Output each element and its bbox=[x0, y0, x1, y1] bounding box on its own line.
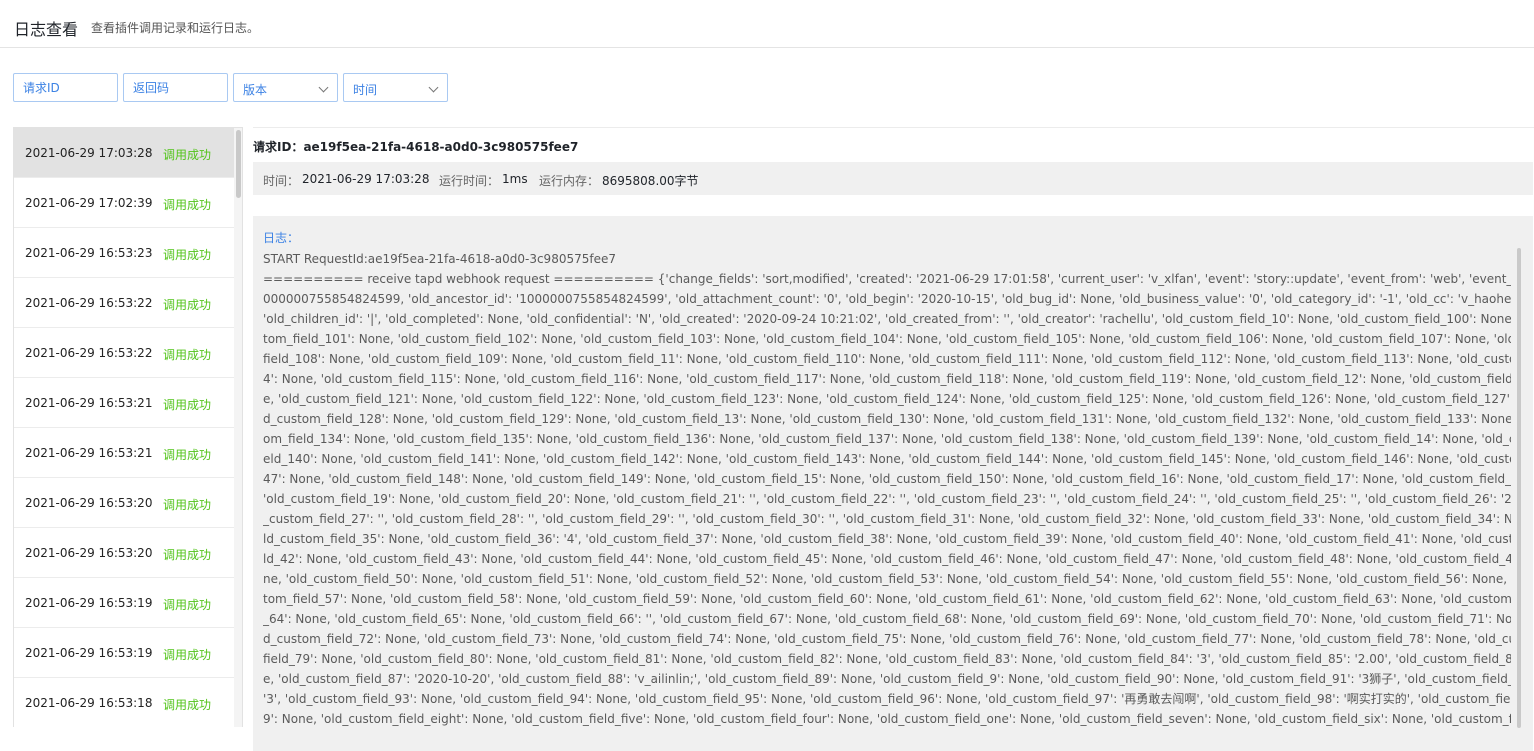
log-line: eld_140': None, 'old_custom_field_141': … bbox=[263, 452, 1511, 466]
log-line: ne, 'old_custom_field_50': None, 'old_cu… bbox=[263, 572, 1511, 586]
record-status: 调用成功 bbox=[163, 348, 212, 362]
log-line: 'old_children_id': '|', 'old_completed':… bbox=[263, 312, 1511, 326]
page-subtitle: 查看插件调用记录和运行日志。 bbox=[91, 21, 260, 35]
record-status: 调用成功 bbox=[163, 298, 212, 312]
record-status: 调用成功 bbox=[163, 648, 212, 662]
record-list-item[interactable]: 2021-06-29 16:53:22 调用成功 bbox=[14, 278, 234, 328]
log-line: ld_custom_field_35': None, 'old_custom_f… bbox=[263, 532, 1511, 546]
log-scrollbar-thumb[interactable] bbox=[1517, 248, 1521, 728]
list-scrollbar-track[interactable] bbox=[234, 128, 242, 727]
record-status: 调用成功 bbox=[163, 198, 212, 212]
log-line: 9': None, 'old_custom_field_eight': None… bbox=[263, 712, 1511, 726]
log-line: '3', 'old_custom_field_93': None, 'old_c… bbox=[263, 692, 1511, 706]
log-line: _custom_field_27': '', 'old_custom_field… bbox=[263, 512, 1511, 526]
record-time: 2021-06-29 16:53:22 bbox=[25, 296, 153, 310]
record-status: 调用成功 bbox=[163, 498, 212, 512]
record-list: 2021-06-29 17:03:28 调用成功 2021-06-29 17:0… bbox=[13, 127, 243, 727]
record-time: 2021-06-29 16:53:23 bbox=[25, 246, 153, 260]
record-status: 调用成功 bbox=[163, 448, 212, 462]
request-id-input[interactable] bbox=[14, 74, 117, 101]
record-status: 调用成功 bbox=[163, 248, 212, 262]
log-line: 4': None, 'old_custom_field_115': None, … bbox=[263, 372, 1511, 386]
chevron-down-icon bbox=[428, 82, 439, 93]
log-line: om_field_134': None, 'old_custom_field_1… bbox=[263, 432, 1511, 446]
record-time: 2021-06-29 16:53:20 bbox=[25, 546, 153, 560]
record-time: 2021-06-29 16:53:20 bbox=[25, 496, 153, 510]
time-label: 时间： bbox=[263, 174, 300, 188]
record-time: 2021-06-29 17:02:39 bbox=[25, 196, 153, 210]
page-title: 日志查看 bbox=[14, 20, 79, 39]
record-list-item[interactable]: 2021-06-29 16:53:22 调用成功 bbox=[14, 328, 234, 378]
log-line: ========== receive tapd webhook request … bbox=[263, 272, 1511, 286]
log-line: _64': None, 'old_custom_field_65': None,… bbox=[263, 612, 1511, 626]
run-meta-bar: 时间： 2021-06-29 17:03:28 运行时间： 1ms 运行内存： … bbox=[253, 162, 1533, 195]
log-line: d_custom_field_72': None, 'old_custom_fi… bbox=[263, 632, 1511, 646]
request-id-filter[interactable] bbox=[13, 73, 118, 102]
log-line: e, 'old_custom_field_87': '2020-10-20', … bbox=[263, 672, 1511, 686]
record-status: 调用成功 bbox=[163, 398, 212, 412]
memory-label: 运行内存： bbox=[539, 174, 600, 188]
record-status: 调用成功 bbox=[163, 548, 212, 562]
log-line: field_108': None, 'old_custom_field_109'… bbox=[263, 352, 1511, 366]
log-content: START RequestId:ae19f5ea-21fa-4618-a0d0-… bbox=[263, 249, 1511, 729]
log-line: 'old_custom_field_19': None, 'old_custom… bbox=[263, 492, 1511, 506]
record-list-item[interactable]: 2021-06-29 16:53:18 调用成功 bbox=[14, 678, 234, 727]
request-id-value: ae19f5ea-21fa-4618-a0d0-3c980575fee7 bbox=[303, 140, 579, 154]
record-list-item[interactable]: 2021-06-29 16:53:20 调用成功 bbox=[14, 478, 234, 528]
detail-divider bbox=[253, 127, 1534, 128]
log-line: d_custom_field_128': None, 'old_custom_f… bbox=[263, 412, 1511, 426]
record-status: 调用成功 bbox=[163, 698, 212, 712]
log-line: tom_field_101': None, 'old_custom_field_… bbox=[263, 332, 1511, 346]
record-status: 调用成功 bbox=[163, 148, 212, 162]
version-select[interactable]: 版本 bbox=[233, 73, 338, 102]
record-list-item[interactable]: 2021-06-29 16:53:19 调用成功 bbox=[14, 578, 234, 628]
record-list-item[interactable]: 2021-06-29 17:02:39 调用成功 bbox=[14, 178, 234, 228]
time-select[interactable]: 时间 bbox=[343, 73, 448, 102]
return-code-filter[interactable] bbox=[123, 73, 228, 102]
time-value: 2021-06-29 17:03:28 bbox=[302, 172, 430, 186]
record-time: 2021-06-29 16:53:19 bbox=[25, 596, 153, 610]
record-list-item[interactable]: 2021-06-29 16:53:21 调用成功 bbox=[14, 378, 234, 428]
record-time: 2021-06-29 16:53:18 bbox=[25, 696, 153, 710]
log-line: 47': None, 'old_custom_field_148': None,… bbox=[263, 472, 1511, 486]
log-line: field_79': None, 'old_custom_field_80': … bbox=[263, 652, 1511, 666]
record-time: 2021-06-29 16:53:21 bbox=[25, 396, 153, 410]
return-code-input[interactable] bbox=[124, 74, 227, 101]
log-panel: 日志： START RequestId:ae19f5ea-21fa-4618-a… bbox=[253, 216, 1533, 751]
record-list-item[interactable]: 2021-06-29 17:03:28 调用成功 bbox=[14, 128, 234, 178]
request-id-label: 请求ID： bbox=[253, 140, 304, 154]
runtime-label: 运行时间： bbox=[439, 174, 500, 188]
log-line: START RequestId:ae19f5ea-21fa-4618-a0d0-… bbox=[263, 252, 616, 266]
record-list-item[interactable]: 2021-06-29 16:53:23 调用成功 bbox=[14, 228, 234, 278]
record-list-item[interactable]: 2021-06-29 16:53:21 调用成功 bbox=[14, 428, 234, 478]
record-time: 2021-06-29 17:03:28 bbox=[25, 146, 153, 160]
request-id-heading: 请求ID：ae19f5ea-21fa-4618-a0d0-3c980575fee… bbox=[253, 138, 578, 155]
record-status: 调用成功 bbox=[163, 598, 212, 612]
record-list-item[interactable]: 2021-06-29 16:53:19 调用成功 bbox=[14, 628, 234, 678]
record-time: 2021-06-29 16:53:21 bbox=[25, 446, 153, 460]
runtime-value: 1ms bbox=[502, 172, 528, 186]
memory-value: 8695808.00字节 bbox=[602, 174, 699, 188]
record-list-item[interactable]: 2021-06-29 16:53:20 调用成功 bbox=[14, 528, 234, 578]
log-line: 000000755854824599, 'old_ancestor_id': '… bbox=[263, 292, 1511, 306]
log-label: 日志： bbox=[263, 231, 300, 245]
time-select-label: 时间 bbox=[353, 83, 378, 97]
record-time: 2021-06-29 16:53:19 bbox=[25, 646, 153, 660]
version-select-label: 版本 bbox=[243, 83, 268, 97]
log-line: ld_42': None, 'old_custom_field_43': Non… bbox=[263, 552, 1511, 566]
list-scrollbar-thumb[interactable] bbox=[236, 130, 241, 198]
log-line: tom_field_57': None, 'old_custom_field_5… bbox=[263, 592, 1511, 606]
chevron-down-icon bbox=[318, 82, 329, 93]
log-line: e, 'old_custom_field_121': None, 'old_cu… bbox=[263, 392, 1511, 406]
page-header: 日志查看 查看插件调用记录和运行日志。 bbox=[0, 0, 1534, 48]
record-time: 2021-06-29 16:53:22 bbox=[25, 346, 153, 360]
